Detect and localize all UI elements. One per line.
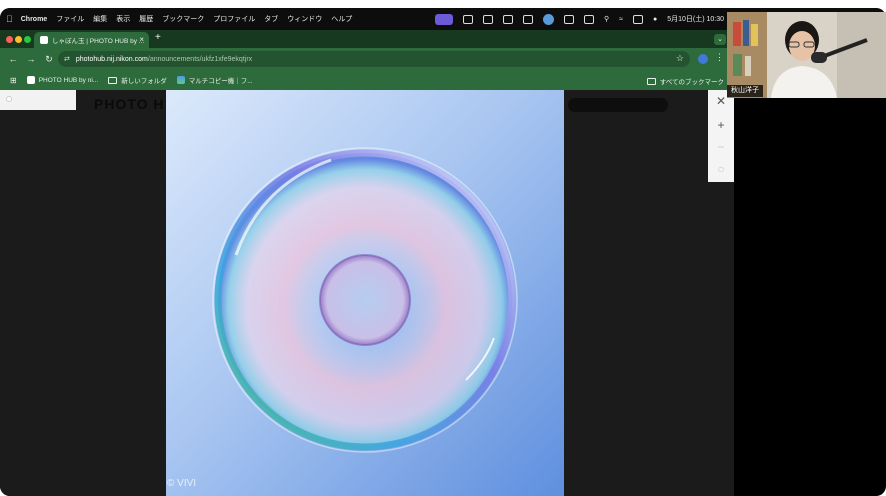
tab-strip: しゃぼん玉 | PHOTO HUB by ... × + ⌄ [0, 30, 734, 48]
bookmark-favicon-icon [176, 76, 185, 84]
site-logo: PHOTO H [94, 96, 165, 112]
search-icon[interactable]: ⚲ [604, 15, 609, 23]
more-menu-icon[interactable]: ⋮ [715, 52, 724, 63]
cloud-icon[interactable] [462, 14, 473, 24]
zoom-out-button[interactable]: − [708, 136, 734, 158]
folder-icon [108, 76, 118, 84]
minimize-window-icon[interactable] [15, 36, 22, 43]
bookmark-item[interactable]: PHOTO HUB by ni... [26, 76, 99, 84]
webcam-name-tag: 秋山洋子 [727, 85, 763, 97]
menu-history[interactable]: 履歴 [139, 14, 153, 24]
profile-avatar[interactable] [698, 54, 708, 64]
photo-credit: © VIVI [167, 478, 197, 489]
menu-bookmarks[interactable]: ブックマーク [162, 14, 204, 24]
forward-arrow-icon[interactable]: → [26, 54, 36, 64]
menu-window[interactable]: ウィンドウ [287, 14, 322, 24]
menubar-datetime[interactable]: 5月10日(土) 10:30 [667, 14, 724, 24]
all-bookmarks-label: すべてのブックマーク [659, 79, 724, 86]
viewer-controls: ✕ + − ○ [708, 90, 734, 182]
zoom-in-button[interactable]: + [708, 114, 734, 136]
menu-help[interactable]: ヘルプ [331, 14, 352, 24]
menu-view[interactable]: 表示 [116, 14, 130, 24]
camera-icon[interactable] [563, 14, 574, 24]
tab-favicon-icon [40, 36, 48, 44]
address-bar[interactable]: ⇄ photohub.nij.nikon.com/announcements/u… [58, 51, 690, 67]
menu-tab[interactable]: タブ [264, 14, 278, 24]
bookmarks-bar: ⊞ PHOTO HUB by ni... 新しいフォルダ マルチコピー機｜フ..… [0, 70, 734, 90]
wifi-icon[interactable]: ≈ [619, 16, 623, 23]
browser-chrome: しゃぼん玉 | PHOTO HUB by ... × + ⌄ ← → ↻ ⇄ p… [0, 30, 734, 90]
page-content: PHOTO H © VIVI ✕ + − ○ [0, 90, 734, 496]
bookmark-favicon-icon [26, 76, 35, 84]
apps-grid-icon[interactable]: ⊞ [10, 76, 17, 85]
siri-icon[interactable]: ● [653, 16, 657, 23]
site-info-icon[interactable]: ⇄ [64, 55, 70, 63]
input-method-icon[interactable] [583, 14, 594, 24]
side-panel-tab[interactable] [0, 90, 76, 110]
reload-icon[interactable]: ↻ [44, 54, 54, 65]
site-header-button [568, 98, 668, 112]
clipboard-icon[interactable] [502, 14, 513, 24]
tab-title: しゃぼん玉 | PHOTO HUB by ... [52, 38, 145, 45]
bluetooth-icon[interactable] [522, 14, 533, 24]
new-tab-button[interactable]: + [155, 32, 161, 43]
display-icon[interactable] [482, 14, 493, 24]
bookmark-folder[interactable]: 新しいフォルダ [108, 75, 167, 85]
apple-icon[interactable]:  [6, 14, 13, 24]
back-arrow-icon[interactable]: ← [8, 54, 18, 64]
soap-bubble-photo [166, 90, 564, 496]
zoom-window-icon[interactable] [24, 36, 31, 43]
tab-search-button[interactable]: ⌄ [714, 34, 726, 45]
browser-toolbar: ← → ↻ ⇄ photohub.nij.nikon.com/announcem… [0, 48, 734, 70]
bookmark-star-icon[interactable]: ☆ [676, 53, 684, 64]
bookmark-label: 新しいフォルダ [121, 78, 167, 85]
address-path: /announcements/ukfz1xfe9ekqtjrx [147, 55, 253, 63]
menu-edit[interactable]: 編集 [93, 14, 107, 24]
bookmark-label: マルチコピー機｜フ... [188, 78, 253, 85]
close-window-icon[interactable] [6, 36, 13, 43]
all-bookmarks-button[interactable]: すべてのブックマーク [646, 76, 724, 86]
address-host: photohub.nij.nikon.com [75, 55, 148, 63]
control-center-icon[interactable] [632, 14, 643, 24]
folder-icon [646, 77, 656, 85]
reset-zoom-button[interactable]: ○ [708, 158, 734, 180]
meeting-app-icon[interactable] [542, 13, 554, 25]
menu-file[interactable]: ファイル [56, 14, 84, 24]
bookmark-label: PHOTO HUB by ni... [38, 76, 99, 84]
menu-app-name[interactable]: Chrome [21, 16, 47, 23]
bookmark-item[interactable]: マルチコピー機｜フ... [176, 75, 253, 85]
panel-dot-icon [6, 96, 12, 102]
tab-close-icon[interactable]: × [139, 35, 144, 44]
tab-active[interactable]: しゃぼん玉 | PHOTO HUB by ... × [34, 32, 149, 48]
menu-profiles[interactable]: プロファイル [213, 14, 255, 24]
screen-share-icon[interactable] [434, 13, 453, 25]
menubar-status-area: ⚲ ≈ ● 5月10日(土) 10:30 [434, 8, 724, 30]
photo-lightbox-image[interactable] [166, 90, 564, 496]
